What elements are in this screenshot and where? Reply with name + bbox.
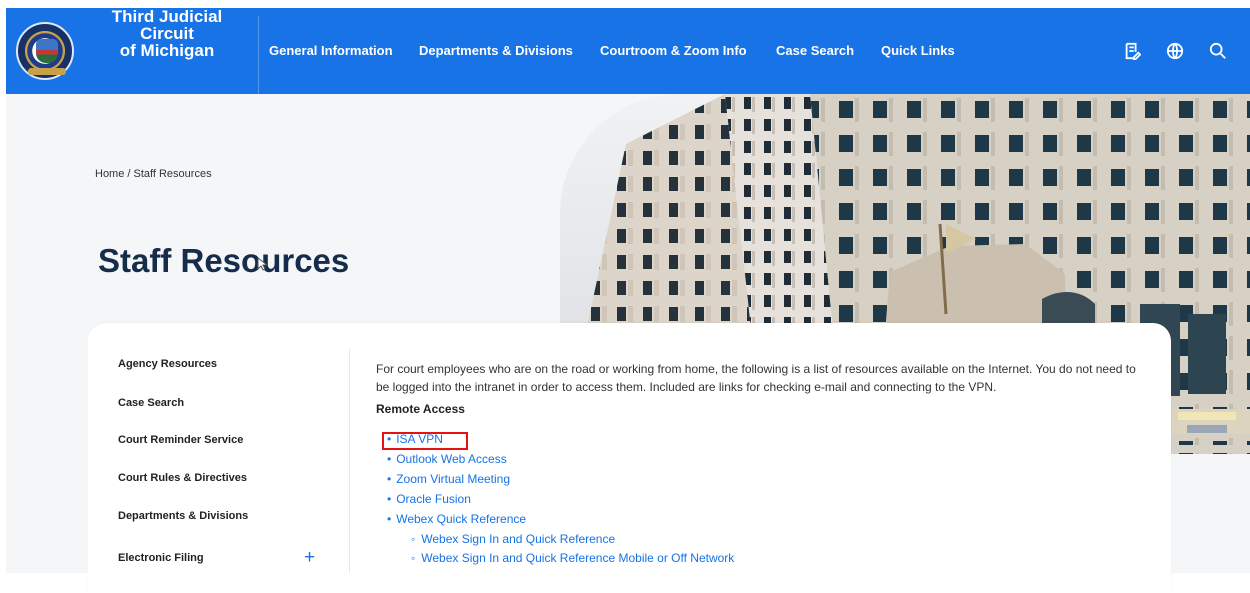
nav-case-search[interactable]: Case Search (776, 43, 854, 58)
sidebar-item-departments-divisions[interactable]: Departments & Divisions (118, 510, 248, 522)
breadcrumb: Home / Staff Resources (95, 168, 212, 180)
brand-line-1: Third Judicial Circuit (111, 7, 223, 43)
sidebar-item-electronic-filing[interactable]: Electronic Filing (118, 552, 204, 564)
globe-icon[interactable] (1166, 42, 1184, 60)
page-title: Staff Resources (98, 242, 350, 280)
list-bullet: • (387, 492, 392, 506)
list-bullet: • (387, 452, 392, 466)
link-label: Zoom Virtual Meeting (396, 472, 511, 486)
list-bullet: • (387, 512, 392, 526)
webex-sign-in-mobile-link[interactable]: ◦ Webex Sign In and Quick Reference Mobil… (411, 551, 734, 565)
site-brand[interactable]: Third Judicial Circuit of Michigan (85, 8, 249, 59)
left-page-edge (0, 0, 6, 573)
webex-quick-reference-link[interactable]: • Webex Quick Reference (387, 512, 526, 526)
sidebar-item-agency-resources[interactable]: Agency Resources (118, 358, 217, 370)
nav-courtroom-zoom-info[interactable]: Courtroom & Zoom Info (600, 43, 747, 58)
sidebar-divider (349, 349, 350, 573)
sub-list-bullet: ◦ (411, 532, 416, 546)
mouse-cursor-icon (257, 257, 267, 271)
link-label: Outlook Web Access (396, 452, 507, 466)
expand-plus-icon[interactable]: + (304, 548, 315, 567)
nav-quick-links[interactable]: Quick Links (881, 43, 955, 58)
link-label: Webex Quick Reference (396, 512, 527, 526)
court-seal-logo[interactable] (16, 22, 74, 80)
link-label: Webex Sign In and Quick Reference Mobile… (421, 551, 735, 565)
sidebar-item-court-rules-directives[interactable]: Court Rules & Directives (118, 472, 247, 484)
intro-paragraph: For court employees who are on the road … (376, 362, 1136, 394)
nav-general-information[interactable]: General Information (269, 43, 393, 58)
sidebar-item-case-search[interactable]: Case Search (118, 397, 184, 409)
seal-shield-icon (36, 39, 58, 63)
webex-sign-in-link[interactable]: ◦ Webex Sign In and Quick Reference (411, 532, 615, 546)
outlook-web-access-link[interactable]: • Outlook Web Access (387, 452, 507, 466)
oracle-fusion-link[interactable]: • Oracle Fusion (387, 492, 471, 506)
isa-vpn-highlight-box (382, 432, 468, 450)
remote-access-heading: Remote Access (376, 402, 465, 416)
search-icon[interactable] (1209, 42, 1227, 60)
nav-departments-divisions[interactable]: Departments & Divisions (419, 43, 573, 58)
forms-icon[interactable] (1123, 42, 1141, 60)
sub-list-bullet: ◦ (411, 551, 416, 565)
header-divider (258, 16, 259, 94)
seal-banner (28, 68, 66, 75)
zoom-virtual-meeting-link[interactable]: • Zoom Virtual Meeting (387, 472, 510, 486)
link-label: Oracle Fusion (396, 492, 471, 506)
site-header: Third Judicial Circuit of Michigan Gener… (6, 8, 1250, 94)
brand-line-2: of Michigan (119, 41, 215, 60)
link-label: Webex Sign In and Quick Reference (421, 532, 616, 546)
sidebar-item-court-reminder-service[interactable]: Court Reminder Service (118, 434, 243, 446)
list-bullet: • (387, 472, 392, 486)
